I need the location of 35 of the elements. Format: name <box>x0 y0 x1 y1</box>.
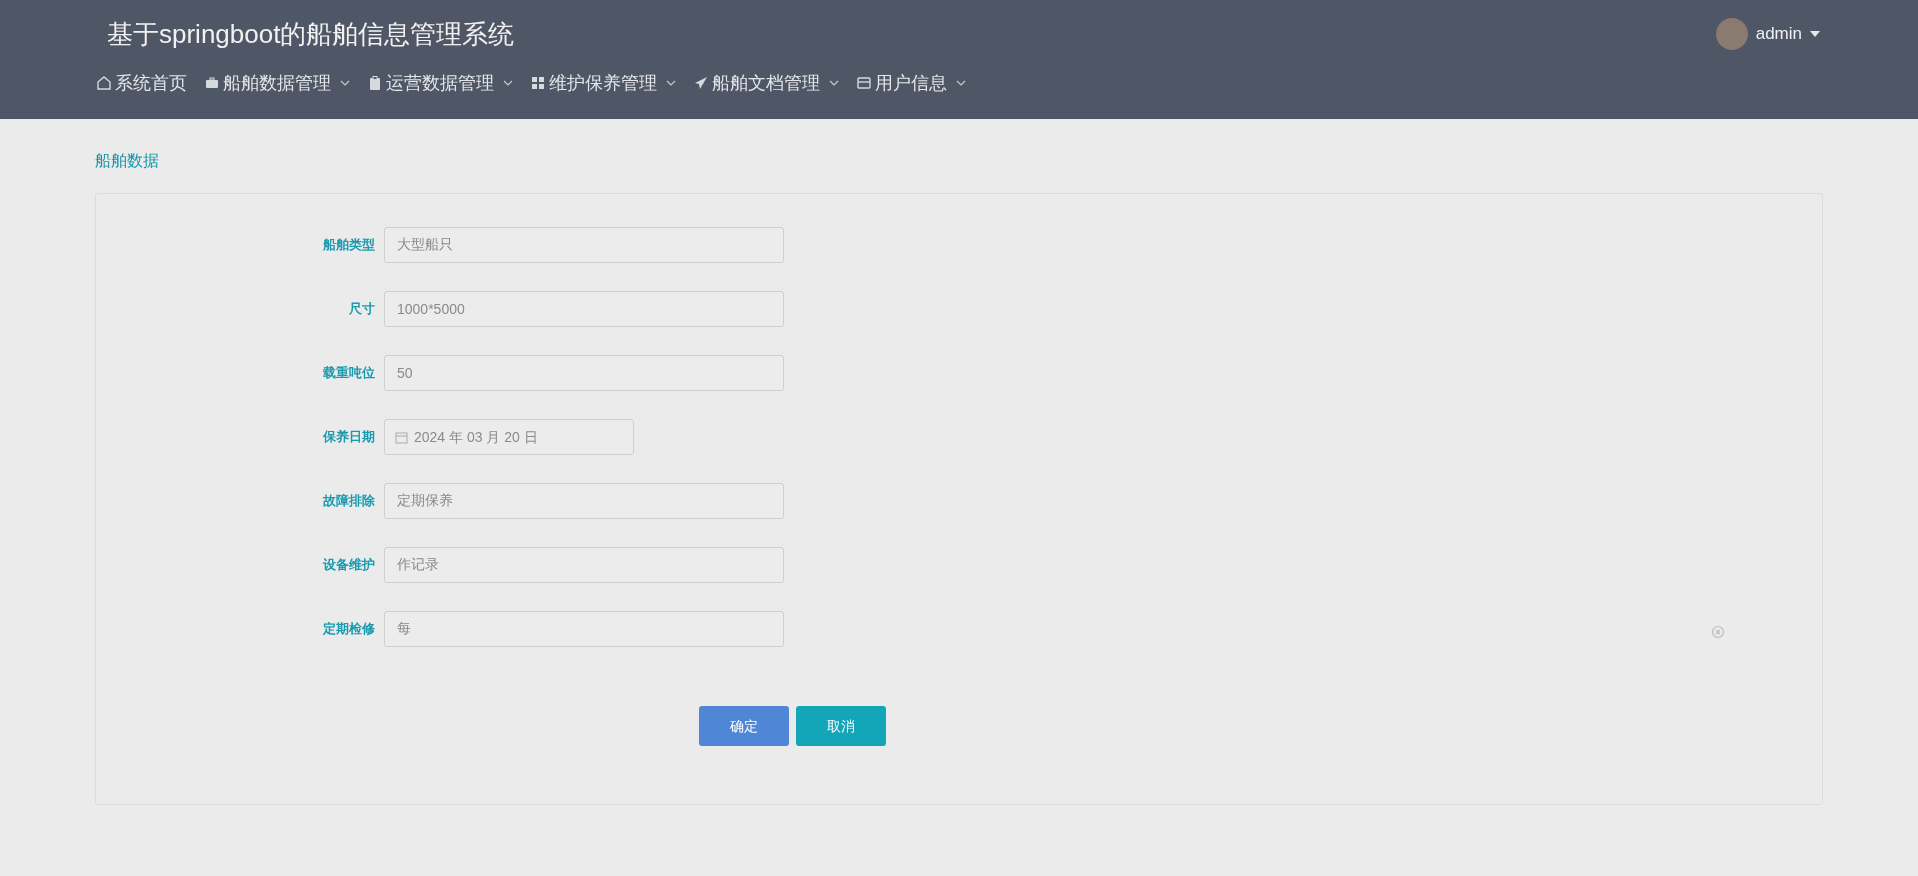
nav-item[interactable]: 系统首页 <box>96 69 187 97</box>
text-field[interactable]: 大型船只 <box>384 227 784 263</box>
clipboard-icon <box>367 75 383 91</box>
avatar-icon[interactable] <box>1715 18 1748 50</box>
text-field[interactable]: 作记录 <box>384 547 784 583</box>
text-field[interactable]: 1000*5000 <box>384 291 784 327</box>
section-title: 船舶数据 <box>95 151 160 171</box>
nav-item[interactable]: 维护保养管理 <box>530 69 676 97</box>
text-field[interactable]: 每 <box>384 611 784 647</box>
briefcase-icon <box>204 75 220 91</box>
field-label: 载重吨位 <box>322 364 375 383</box>
clear-icon[interactable] <box>1711 625 1725 639</box>
field-label: 尺寸 <box>348 300 375 319</box>
nav-item[interactable]: 用户信息 <box>856 69 966 97</box>
caret-icon[interactable] <box>1810 31 1820 37</box>
field-label: 船舶类型 <box>322 236 375 255</box>
confirm-button[interactable]: 确定 <box>699 706 789 746</box>
user-menu[interactable]: admin <box>1755 21 1802 47</box>
nav-item[interactable]: 船舶数据管理 <box>204 69 350 97</box>
date-field[interactable]: 2024 年 03 月 20 日 <box>384 419 634 455</box>
text-field[interactable]: 定期保养 <box>384 483 784 519</box>
paper-plane-icon <box>693 75 709 91</box>
calendar-icon <box>395 430 408 444</box>
text-field[interactable]: 50 <box>384 355 784 391</box>
field-label: 定期检修 <box>322 620 375 639</box>
nav-item[interactable]: 船舶文档管理 <box>693 69 839 97</box>
cancel-button[interactable]: 取消 <box>796 706 886 746</box>
field-label: 故障排除 <box>322 492 375 511</box>
grid-icon <box>530 75 546 91</box>
home-icon <box>96 75 112 91</box>
card-icon <box>856 75 872 91</box>
field-label: 设备维护 <box>322 556 375 575</box>
nav-item[interactable]: 运营数据管理 <box>367 69 513 97</box>
field-label: 保养日期 <box>321 428 375 447</box>
app-title: 基于springboot的船舶信息管理系统 <box>106 17 515 51</box>
